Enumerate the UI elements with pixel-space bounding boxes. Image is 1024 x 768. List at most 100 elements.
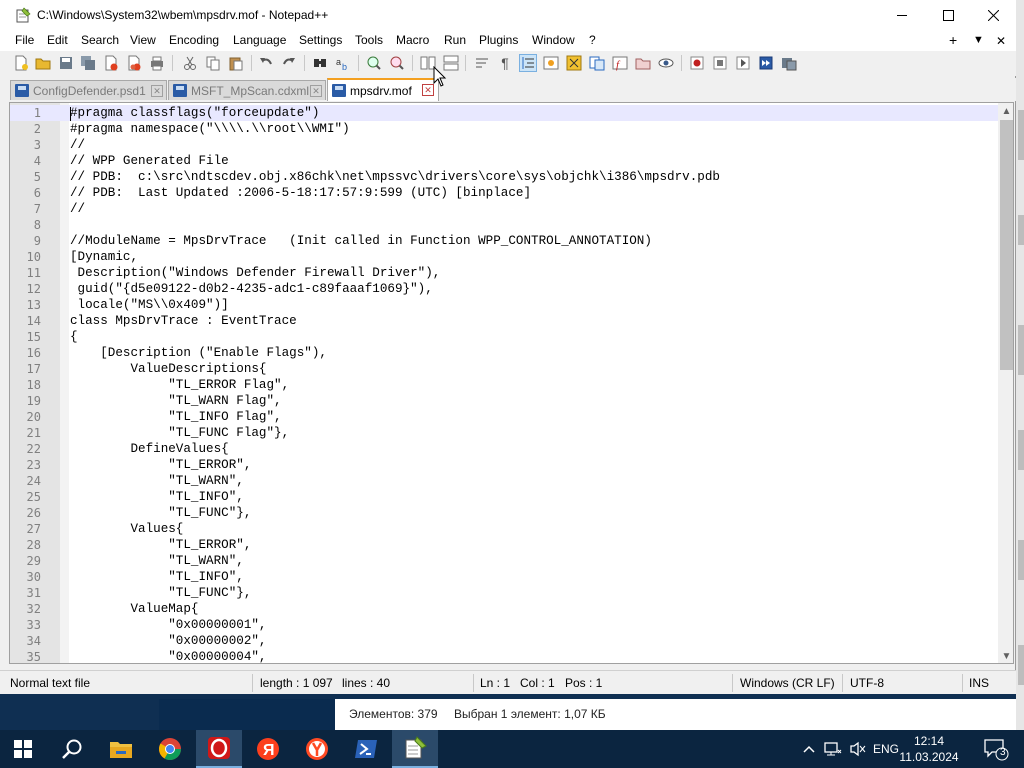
status-eol[interactable]: Windows (CR LF) <box>740 676 835 690</box>
menu-run[interactable]: Run <box>442 33 468 47</box>
code-line[interactable]: 18 "TL_ERROR Flag", <box>10 377 998 393</box>
tab-close-icon[interactable]: ✕ <box>310 85 322 97</box>
text-editor[interactable]: 1 #pragma classflags("forceupdate") 2 #prag… <box>9 102 1014 664</box>
code-line[interactable]: 24 "TL_WARN", <box>10 473 998 489</box>
taskbar-yandex[interactable]: Я <box>245 730 291 768</box>
paste-button[interactable] <box>227 54 245 72</box>
code-line[interactable]: 5 // PDB: c:\src\ndtscdev.obj.x86chk\net\… <box>10 169 998 185</box>
copy-button[interactable] <box>204 54 222 72</box>
monitoring-button[interactable] <box>657 54 675 72</box>
indent-guide-button[interactable] <box>519 54 537 72</box>
action-center-button[interactable]: 3 <box>976 730 1016 768</box>
menu-macro[interactable]: Macro <box>394 33 431 47</box>
taskbar-powershell[interactable] <box>343 730 389 768</box>
line-text[interactable]: "TL_WARN Flag", <box>70 393 281 409</box>
scroll-up-icon[interactable]: ▲ <box>998 103 1013 120</box>
code-line[interactable]: 12 guid("{d5e09122-d0b2-4235-adc1-c89faa… <box>10 281 998 297</box>
tab-configdefender[interactable]: ConfigDefender.psd1 ✕ <box>10 80 167 100</box>
line-text[interactable]: [Dynamic, <box>70 249 138 265</box>
scroll-down-icon[interactable]: ▼ <box>998 648 1013 663</box>
code-line[interactable]: 30 "TL_INFO", <box>10 569 998 585</box>
line-text[interactable]: // WPP Generated File <box>70 153 229 169</box>
line-text[interactable]: ValueMap{ <box>70 601 198 617</box>
line-text[interactable]: "TL_WARN", <box>70 553 244 569</box>
title-bar[interactable]: C:\Windows\System32\wbem\mpsdrv.mof - No… <box>0 0 1016 31</box>
tab-list-button[interactable]: ▼ <box>973 34 984 46</box>
close-document-button[interactable]: ✕ <box>996 34 1006 48</box>
replace-button[interactable]: ab <box>334 54 352 72</box>
menu-settings[interactable]: Settings <box>297 33 344 47</box>
code-line[interactable]: 7 // <box>10 201 998 217</box>
menu-view[interactable]: View <box>128 33 158 47</box>
code-line[interactable]: 34 "0x00000002", <box>10 633 998 649</box>
udl-button[interactable] <box>542 54 560 72</box>
line-text[interactable]: "0x00000001", <box>70 617 266 633</box>
stop-record-button[interactable] <box>711 54 729 72</box>
project-panel-button[interactable] <box>634 54 652 72</box>
menu-file[interactable]: File <box>13 33 36 47</box>
code-line[interactable]: 33 "0x00000001", <box>10 617 998 633</box>
new-tab-button[interactable]: + <box>949 32 957 48</box>
menu-search[interactable]: Search <box>79 33 121 47</box>
line-text[interactable]: "TL_ERROR", <box>70 537 251 553</box>
word-wrap-button[interactable] <box>473 54 491 72</box>
document-map-button[interactable] <box>565 54 583 72</box>
tab-msft-mpscan[interactable]: MSFT_MpScan.cdxml ✕ <box>168 80 326 100</box>
show-all-chars-button[interactable]: ¶ <box>496 54 514 72</box>
code-line[interactable]: 3 // <box>10 137 998 153</box>
code-line[interactable]: 11 Description("Windows Defender Firewal… <box>10 265 998 281</box>
zoom-in-button[interactable] <box>365 54 383 72</box>
tab-mpsdrv[interactable]: mpsdrv.mof ✕ <box>327 78 439 101</box>
code-line[interactable]: 2 #pragma namespace("\\\\.\\root\\WMI") <box>10 121 998 137</box>
start-button[interactable] <box>0 730 46 768</box>
code-line[interactable]: 28 "TL_ERROR", <box>10 537 998 553</box>
tray-network[interactable] <box>822 730 844 768</box>
code-line[interactable]: 29 "TL_WARN", <box>10 553 998 569</box>
line-text[interactable]: locale("MS\\0x409")] <box>70 297 229 313</box>
line-text[interactable]: "TL_FUNC"}, <box>70 505 251 521</box>
taskbar-explorer[interactable] <box>98 730 144 768</box>
line-text[interactable]: // PDB: Last Updated :2006-5-18:17:57:9:… <box>70 185 531 201</box>
line-text[interactable]: { <box>70 329 78 345</box>
menu-window[interactable]: Window <box>530 33 577 47</box>
line-text[interactable]: // <box>70 201 85 217</box>
code-line[interactable]: 20 "TL_INFO Flag", <box>10 409 998 425</box>
tray-clock[interactable]: 12:14 11.03.2024 <box>894 733 964 765</box>
close-file-button[interactable] <box>102 54 120 72</box>
code-line[interactable]: 10 [Dynamic, <box>10 249 998 265</box>
taskbar-search-button[interactable] <box>49 730 95 768</box>
line-text[interactable]: "TL_FUNC Flag"}, <box>70 425 289 441</box>
line-text[interactable]: [Description ("Enable Flags"), <box>70 345 327 361</box>
folder-workspace-button[interactable]: f <box>611 54 629 72</box>
line-text[interactable]: "0x00000004", <box>70 649 266 663</box>
tab-close-icon[interactable]: ✕ <box>151 85 163 97</box>
play-macro-button[interactable] <box>734 54 752 72</box>
code-line[interactable]: 23 "TL_ERROR", <box>10 457 998 473</box>
line-text[interactable]: "TL_ERROR", <box>70 457 251 473</box>
line-text[interactable]: "0x00000002", <box>70 633 266 649</box>
line-text[interactable]: class MpsDrvTrace : EventTrace <box>70 313 297 329</box>
line-text[interactable]: #pragma namespace("\\\\.\\root\\WMI") <box>70 121 350 137</box>
code-line[interactable]: 4 // WPP Generated File <box>10 153 998 169</box>
line-text[interactable]: guid("{d5e09122-d0b2-4235-adc1-c89faaaf1… <box>70 281 433 297</box>
code-line[interactable]: 22 DefineValues{ <box>10 441 998 457</box>
minimize-button[interactable] <box>879 0 925 31</box>
line-text[interactable]: Values{ <box>70 521 183 537</box>
vertical-scrollbar[interactable]: ▲ ▼ <box>998 103 1013 663</box>
menu-plugins[interactable]: Plugins <box>477 33 520 47</box>
status-insert-mode[interactable]: INS <box>969 676 989 690</box>
undo-button[interactable] <box>257 54 275 72</box>
record-macro-button[interactable] <box>688 54 706 72</box>
find-button[interactable] <box>311 54 329 72</box>
close-all-button[interactable] <box>125 54 143 72</box>
status-encoding[interactable]: UTF-8 <box>850 676 884 690</box>
line-text[interactable]: "TL_INFO", <box>70 489 244 505</box>
zoom-out-button[interactable] <box>388 54 406 72</box>
taskbar-notepadpp[interactable] <box>392 730 438 768</box>
tray-volume[interactable] <box>847 730 869 768</box>
line-text[interactable]: //ModuleName = MpsDrvTrace (Init called … <box>70 233 652 249</box>
line-text[interactable]: #pragma classflags("forceupdate") <box>70 105 319 121</box>
line-text[interactable]: // PDB: c:\src\ndtscdev.obj.x86chk\net\m… <box>70 169 720 185</box>
code-line[interactable]: 13 locale("MS\\0x409")] <box>10 297 998 313</box>
save-button[interactable] <box>57 54 75 72</box>
